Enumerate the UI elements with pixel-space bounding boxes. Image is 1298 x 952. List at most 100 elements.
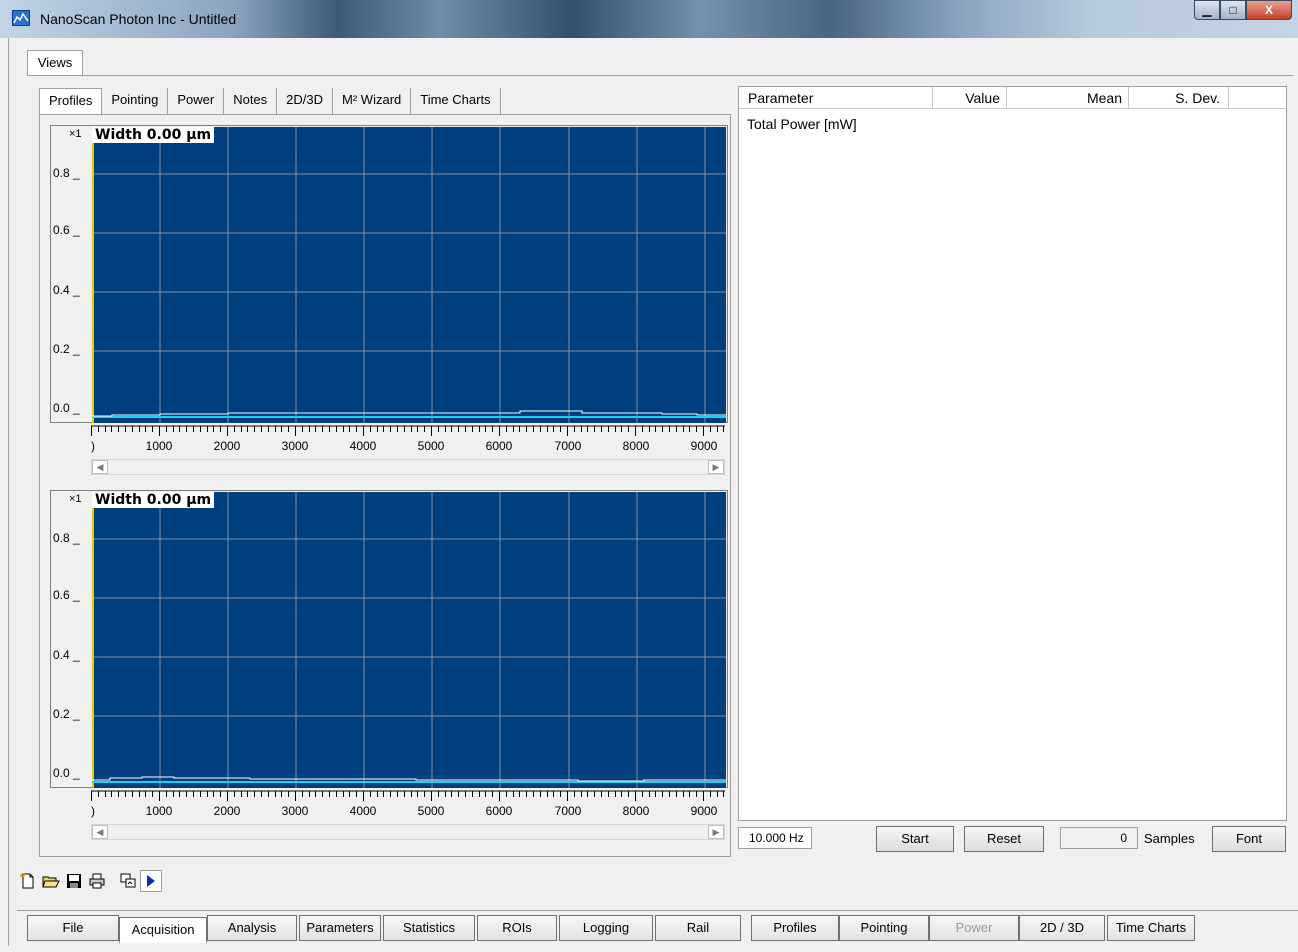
start-button[interactable]: Start: [876, 826, 954, 852]
y-tick-label: 0.0 _: [53, 766, 80, 780]
font-button[interactable]: Font: [1212, 826, 1286, 852]
open-folder-icon[interactable]: [40, 870, 62, 892]
client-area: Views Profiles Pointing Power Notes 2D/3…: [8, 38, 1298, 946]
sample-rate-field[interactable]: 10.000 Hz: [738, 827, 812, 849]
x-tick-label: 2000: [213, 804, 241, 818]
y-tick-label: 0.4 _: [53, 283, 80, 297]
x-tick-label: 7000: [554, 804, 582, 818]
subtab-2d3d[interactable]: 2D/3D: [277, 88, 334, 114]
x-axis-ticks: [91, 425, 725, 436]
title-bar[interactable]: NanoScan Photon Inc - Untitled ▁ □ X: [0, 0, 1298, 38]
plot-grid: [92, 127, 726, 423]
x-tick-label-zero: ): [91, 439, 95, 453]
y-tick-label: 0.8 _: [53, 531, 80, 545]
tab-analysis[interactable]: Analysis: [207, 915, 297, 941]
view-button-profiles[interactable]: Profiles: [751, 915, 839, 941]
app-window: NanoScan Photon Inc - Untitled ▁ □ X Vie…: [0, 0, 1298, 952]
y-axis: ×1 0.8 _ 0.6 _ 0.4 _ 0.2 _ 0.0 _: [51, 126, 91, 422]
x-axis-ticks: [91, 790, 725, 801]
scroll-left-button[interactable]: ◀: [92, 825, 108, 839]
y-tick-label: 0.2 _: [53, 342, 80, 356]
window-controls: ▁ □ X: [1194, 0, 1292, 20]
run-acquisition-icon[interactable]: [140, 870, 162, 892]
horizontal-scrollbar[interactable]: ◀ ▶: [91, 459, 725, 475]
minimize-button[interactable]: ▁: [1194, 0, 1220, 20]
x-tick-label: 4000: [349, 804, 377, 818]
column-header-parameter[interactable]: Parameter: [739, 87, 933, 109]
scroll-left-button[interactable]: ◀: [92, 460, 108, 474]
x-tick-label: 1000: [145, 439, 173, 453]
close-button[interactable]: X: [1246, 0, 1292, 20]
profile-trace-white: [92, 776, 726, 782]
view-button-2d3d[interactable]: 2D / 3D: [1019, 915, 1105, 941]
subtab-power[interactable]: Power: [168, 88, 225, 114]
plot-grid: [92, 492, 726, 788]
y-tick-label: 0.6 _: [53, 223, 80, 237]
x-axis: ) 1000 2000 3000 4000 5000 6000 7000 800…: [91, 790, 725, 824]
statistics-bar: 10.000 Hz Start Reset 0 Samples Font: [738, 826, 1287, 852]
maximize-button[interactable]: □: [1220, 0, 1246, 20]
view-button-power: Power: [929, 915, 1019, 941]
table-row[interactable]: Total Power [mW]: [747, 116, 857, 132]
samples-label: Samples: [1144, 831, 1195, 846]
column-header-mean[interactable]: Mean: [1007, 87, 1129, 109]
y-scale-label[interactable]: ×1: [69, 128, 82, 140]
x-tick-label: 9000: [690, 804, 718, 818]
x-axis: ) 1000 2000 3000 4000 5000 6000 7000 800…: [91, 425, 725, 459]
tab-views[interactable]: Views: [27, 50, 83, 76]
x-tick-label: 7000: [554, 439, 582, 453]
save-icon[interactable]: [63, 870, 85, 892]
subtab-notes[interactable]: Notes: [224, 88, 278, 114]
profile-plot-area[interactable]: Width 0.00 µm: [92, 127, 726, 423]
scroll-right-button[interactable]: ▶: [708, 825, 724, 839]
subtab-time-charts[interactable]: Time Charts: [411, 88, 501, 114]
x-tick-label: 4000: [349, 439, 377, 453]
x-tick-label: 5000: [417, 804, 445, 818]
tab-file[interactable]: File: [27, 915, 119, 941]
tab-rois[interactable]: ROIs: [477, 915, 557, 941]
column-header-value[interactable]: Value: [933, 87, 1007, 109]
results-grid-header: Parameter Value Mean S. Dev.: [739, 87, 1286, 109]
y-tick-label: 0.2 _: [53, 707, 80, 721]
subtab-profiles[interactable]: Profiles: [39, 88, 103, 114]
x-tick-label-zero: ): [91, 804, 95, 818]
copy-window-icon[interactable]: [117, 870, 139, 892]
profile-plot-x: ×1 0.8 _ 0.6 _ 0.4 _ 0.2 _ 0.0 _ Width 0…: [50, 125, 730, 475]
nanoscan-app-icon[interactable]: [12, 10, 30, 26]
x-tick-label: 6000: [485, 804, 513, 818]
width-readout: Width 0.00 µm: [92, 127, 215, 143]
column-header-sdev[interactable]: S. Dev.: [1129, 87, 1229, 109]
tab-acquisition[interactable]: Acquisition: [119, 917, 207, 943]
x-tick-label: 5000: [417, 439, 445, 453]
x-tick-label: 8000: [622, 439, 650, 453]
plot-frame: ×1 0.8 _ 0.6 _ 0.4 _ 0.2 _ 0.0 _ Width 0…: [50, 125, 728, 423]
view-button-time-charts[interactable]: Time Charts: [1107, 915, 1195, 941]
y-tick-label: 0.4 _: [53, 648, 80, 662]
profile-svg: [92, 492, 726, 788]
profile-svg: [92, 127, 726, 423]
profiles-panel: ×1 0.8 _ 0.6 _ 0.4 _ 0.2 _ 0.0 _ Width 0…: [39, 114, 731, 857]
width-readout: Width 0.00 µm: [92, 492, 215, 508]
y-scale-label[interactable]: ×1: [69, 493, 82, 505]
subtab-m2-wizard[interactable]: M² Wizard: [333, 88, 412, 114]
tab-statistics[interactable]: Statistics: [383, 915, 475, 941]
view-subtabs: Profiles Pointing Power Notes 2D/3D M² W…: [39, 88, 501, 114]
profile-plot-area[interactable]: Width 0.00 µm: [92, 492, 726, 788]
bottom-tab-bar: File Acquisition Analysis Parameters Sta…: [17, 910, 1298, 943]
print-icon[interactable]: [86, 870, 108, 892]
scroll-right-button[interactable]: ▶: [708, 460, 724, 474]
y-tick-label: 0.0 _: [53, 401, 80, 415]
results-grid[interactable]: Parameter Value Mean S. Dev. Total Power…: [738, 86, 1287, 821]
subtab-pointing[interactable]: Pointing: [102, 88, 169, 114]
tab-rail[interactable]: Rail: [655, 915, 741, 941]
x-tick-label: 2000: [213, 439, 241, 453]
tab-logging[interactable]: Logging: [559, 915, 653, 941]
reset-button[interactable]: Reset: [964, 826, 1044, 852]
new-file-icon[interactable]: [17, 870, 39, 892]
horizontal-scrollbar[interactable]: ◀ ▶: [91, 824, 725, 840]
x-tick-label: 3000: [281, 804, 309, 818]
toolbar: [17, 866, 162, 896]
tab-parameters[interactable]: Parameters: [299, 915, 381, 941]
view-button-pointing[interactable]: Pointing: [839, 915, 929, 941]
plot-frame: ×1 0.8 _ 0.6 _ 0.4 _ 0.2 _ 0.0 _ Width 0…: [50, 490, 728, 788]
